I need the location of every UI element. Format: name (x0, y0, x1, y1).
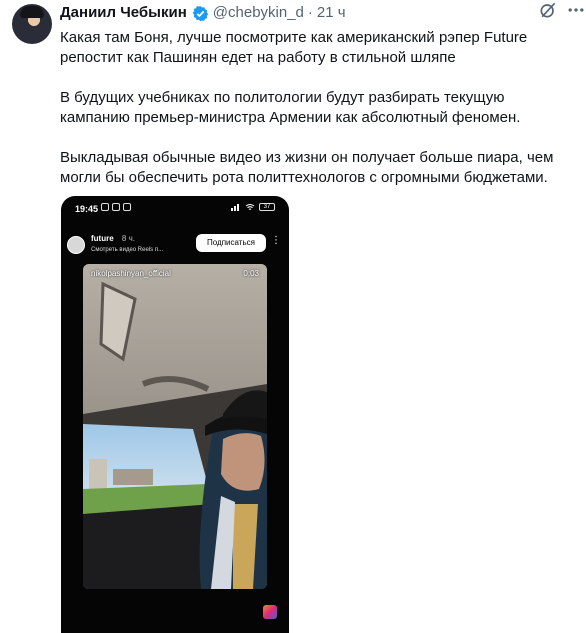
avatar[interactable] (12, 4, 52, 44)
tweet-text: Какая там Боня, лучше посмотрите как аме… (60, 28, 576, 188)
tweet-media[interactable]: 19:45 37 future 8 ч. Смотреть видео Reel… (61, 196, 289, 633)
video-frame[interactable]: nikolpashinyan_official 0:03 (83, 264, 267, 589)
verified-icon (192, 5, 209, 21)
video-username[interactable]: nikolpashinyan_official (91, 269, 171, 278)
status-indicators: 37 (231, 203, 275, 211)
status-app-icons (101, 203, 131, 211)
video-time: 0:03 (243, 269, 259, 278)
tweet-paragraph: Какая там Боня, лучше посмотрите как аме… (60, 29, 528, 66)
signal-icon (231, 204, 239, 211)
separator: · (307, 4, 313, 21)
battery-icon: 37 (259, 203, 275, 211)
story-user[interactable]: future 8 ч. (91, 234, 135, 243)
wifi-icon (245, 204, 255, 210)
tweet-time[interactable]: 21 ч (317, 3, 346, 23)
phone-status-bar: 19:45 37 (61, 196, 289, 222)
subscribe-button[interactable]: Подписаться (196, 234, 266, 252)
story-username[interactable]: future (91, 234, 114, 243)
tweet-paragraph: В будущих учебниках по политологии будут… (60, 89, 521, 126)
story-subtitle[interactable]: Смотреть видео Reels п... (91, 247, 163, 253)
status-time: 19:45 (75, 204, 99, 214)
tweet-paragraph: Выкладывая обычные видео из жизни он пол… (60, 149, 554, 186)
story-more-icon[interactable]: ⋮ (271, 236, 281, 246)
car-interior-scene (83, 264, 267, 589)
story-avatar[interactable] (67, 236, 85, 254)
reels-icon[interactable] (263, 605, 277, 619)
author-name[interactable]: Даниил Чебыкин (60, 3, 187, 23)
author-handle[interactable]: @chebykin_d (213, 3, 304, 23)
tweet-header: Даниил Чебыкин @chebykin_d · 21 ч (60, 3, 576, 23)
more-icon[interactable] (566, 0, 586, 20)
story-age: 8 ч. (121, 234, 135, 243)
grok-icon[interactable] (538, 0, 558, 20)
